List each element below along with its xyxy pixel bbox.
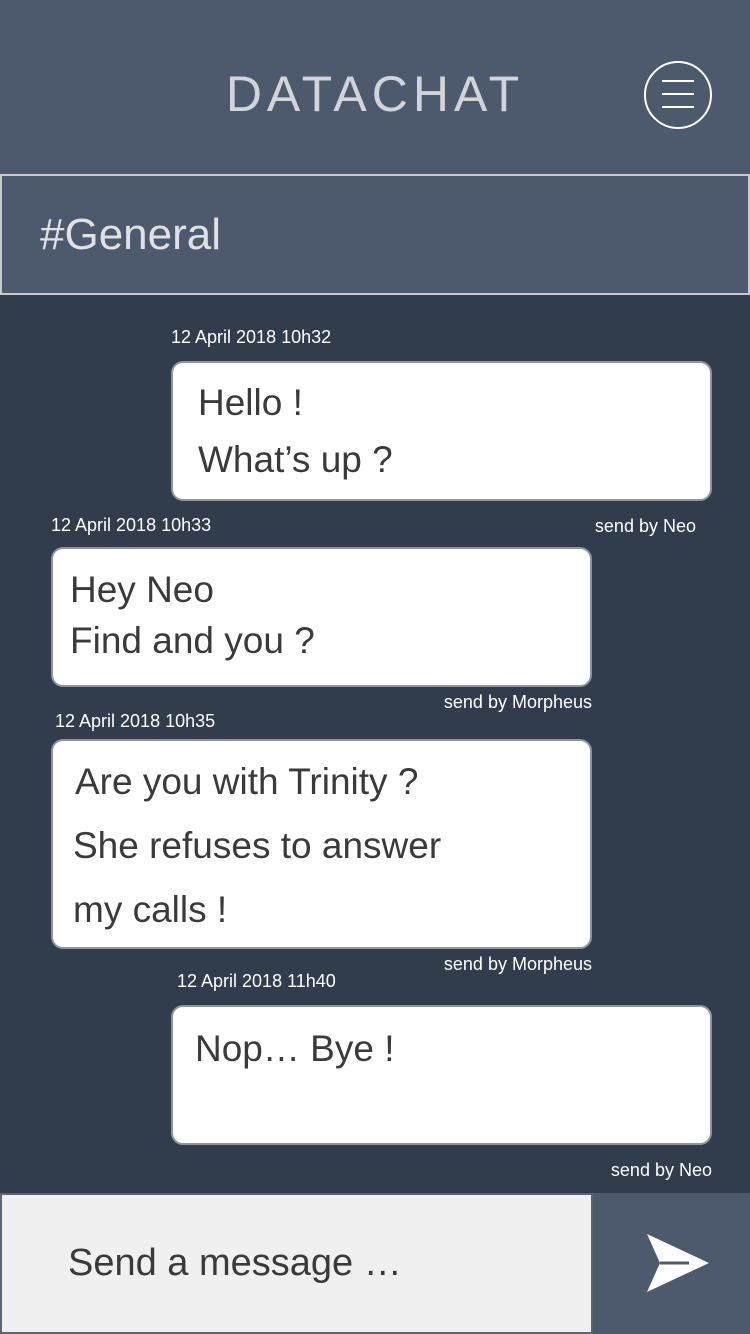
message-input[interactable] <box>0 1193 593 1334</box>
message-bubble: Hello ! What’s up ? <box>171 361 712 501</box>
paper-plane-send-icon <box>647 1234 709 1292</box>
menu-button[interactable] <box>644 61 712 129</box>
message-sender: send by Neo <box>594 516 696 536</box>
channel-header[interactable]: #General <box>0 174 750 295</box>
message-text: Find and you ? <box>70 620 315 661</box>
app-title: DATACHAT <box>225 66 525 122</box>
message-timestamp: 12 April 2018 11h40 <box>177 971 336 991</box>
message-bubble: Hey Neo Find and you ? <box>51 547 592 687</box>
message-text: my calls ! <box>73 889 228 930</box>
hamburger-menu-icon-bar <box>662 93 694 95</box>
hamburger-menu-icon-bar <box>662 106 694 108</box>
message-bubble: Nop… Bye ! <box>171 1005 712 1145</box>
message-bubble: Are you with Trinity ? She refuses to an… <box>51 739 592 949</box>
message-composer <box>0 1193 750 1334</box>
app-header: DATACHAT <box>0 0 750 175</box>
message-timestamp: 12 April 2018 10h32 <box>171 327 332 347</box>
message-timestamp: 12 April 2018 10h33 <box>51 515 212 535</box>
hamburger-menu-icon <box>662 80 694 82</box>
message-text: What’s up ? <box>198 439 393 480</box>
channel-name: #General <box>40 210 222 259</box>
message-timestamp: 12 April 2018 10h35 <box>55 711 216 731</box>
message-sender: send by Morpheus <box>443 954 592 974</box>
message-sender: send by Neo <box>610 1160 712 1180</box>
message-text: Are you with Trinity ? <box>75 761 419 802</box>
message-text: Hello ! <box>198 382 303 423</box>
message-text: Hey Neo <box>70 569 214 610</box>
message-sender: send by Morpheus <box>443 692 592 712</box>
message-text: Nop… Bye ! <box>195 1028 395 1069</box>
message-text: She refuses to answer <box>73 825 442 866</box>
send-button[interactable] <box>593 1193 750 1334</box>
